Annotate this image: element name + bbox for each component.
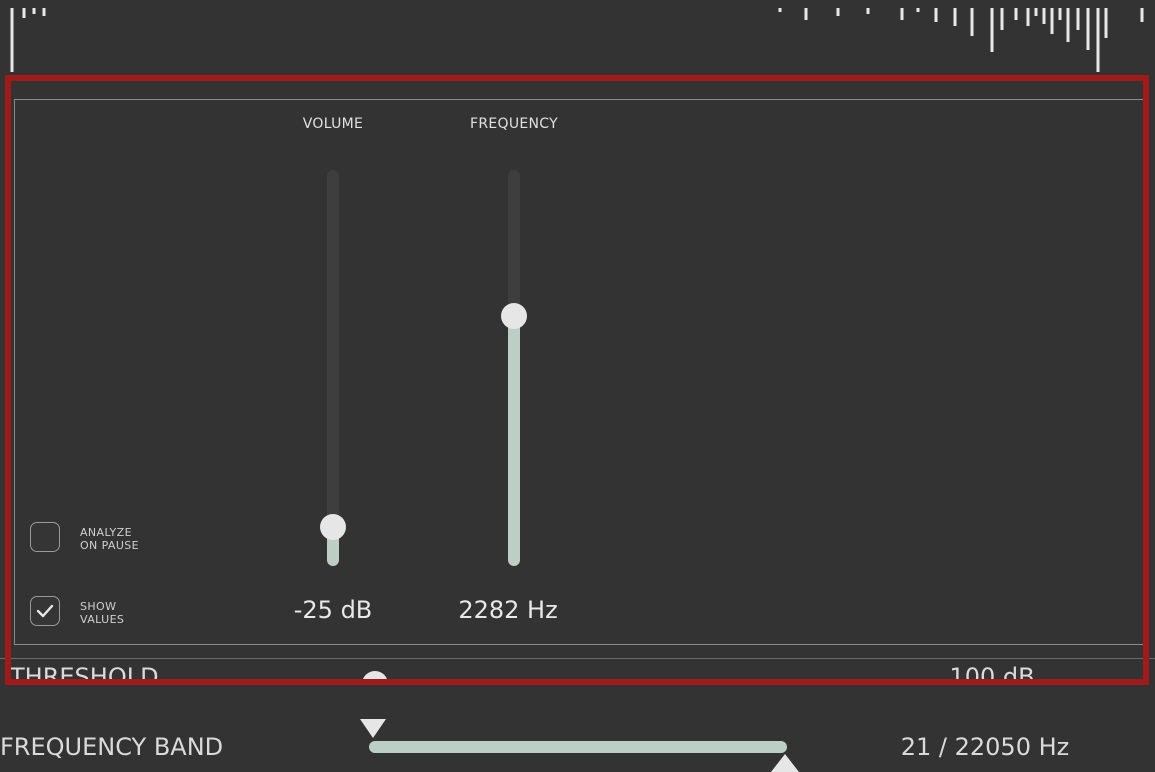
frequency-band-range [369,741,787,753]
frequency-band-slider[interactable] [355,716,815,772]
highlight-frame [5,75,1149,685]
frequency-band-label: FREQUENCY BAND [0,733,224,761]
frequency-band-value: 21 / 22050 Hz [900,733,1070,761]
band-high-handle[interactable] [771,754,799,772]
waveform-display [0,0,1155,78]
band-low-handle[interactable] [360,719,386,738]
